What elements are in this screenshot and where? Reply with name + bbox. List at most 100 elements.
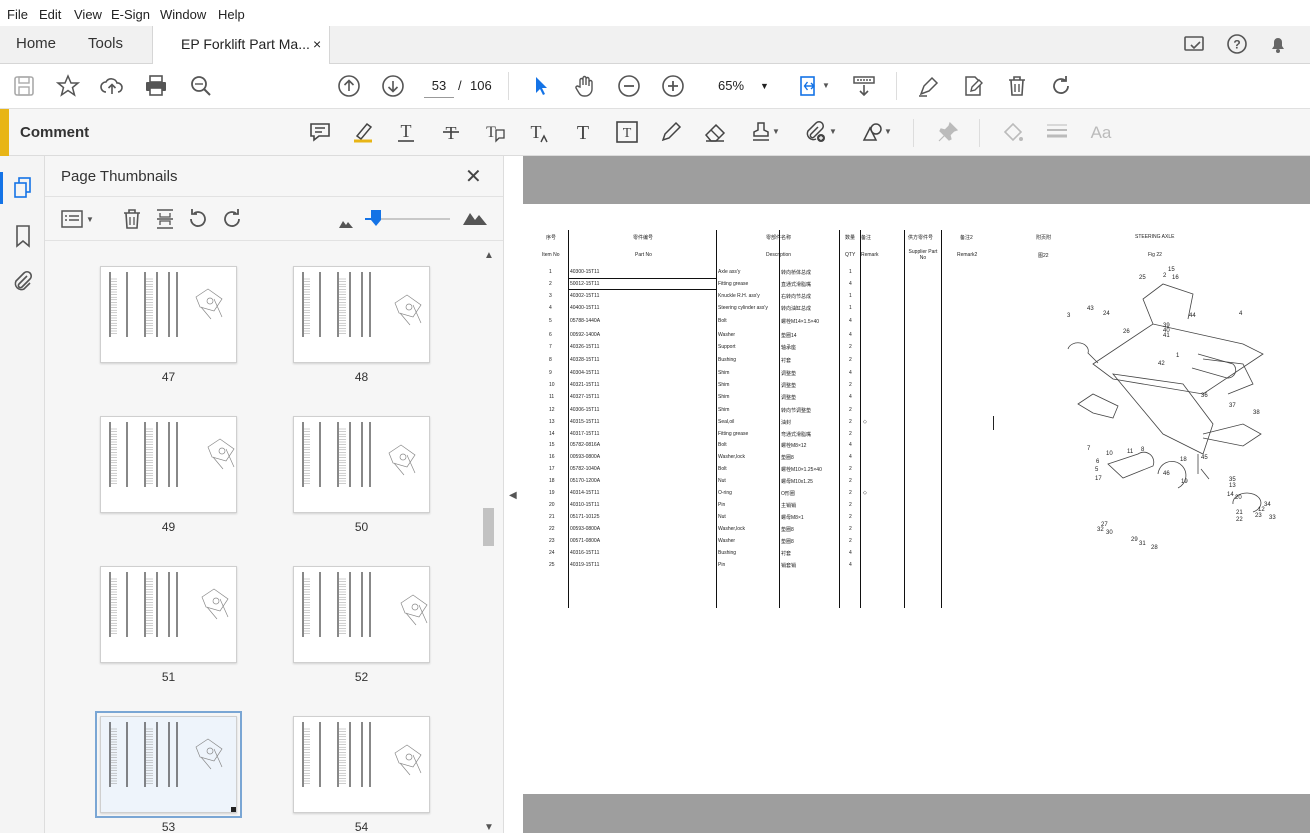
attachments-icon[interactable] [12, 270, 34, 294]
diagram-callout: 37 [1229, 403, 1236, 409]
rotate-icon[interactable] [1049, 74, 1073, 98]
replace-text-icon[interactable]: T [482, 120, 506, 144]
page-thumbnail[interactable] [100, 566, 237, 663]
text-box-icon[interactable]: T [615, 120, 639, 144]
cell-item: 22 [549, 526, 555, 532]
fill-color-icon[interactable] [1001, 120, 1025, 144]
page-thumbnail[interactable] [293, 716, 430, 813]
previous-page-icon[interactable] [337, 74, 361, 98]
chevron-down-icon[interactable]: ▼ [86, 215, 94, 224]
page-thumbnail[interactable] [293, 266, 430, 363]
page-fit-icon[interactable] [797, 74, 821, 98]
scroll-down-icon[interactable]: ▼ [484, 822, 494, 833]
scroll-up-icon[interactable]: ▲ [484, 250, 494, 261]
cell-desc: Fitting grease [718, 281, 749, 287]
svg-text:T: T [623, 126, 632, 141]
highlight-icon[interactable] [351, 120, 375, 144]
diagram-callout: 45 [1201, 455, 1208, 461]
scroll-mode-icon[interactable] [852, 74, 876, 98]
edit-document-icon[interactable] [961, 74, 985, 98]
cell-part: 40321-15T11 [570, 382, 600, 388]
help-icon[interactable]: ? [1226, 33, 1248, 55]
find-zoom-icon[interactable] [189, 74, 213, 98]
attach-file-icon[interactable] [803, 120, 827, 144]
print-icon[interactable] [144, 74, 168, 98]
document-view[interactable]: 序号零件编号零部件名称数量备注供方零件号备注2附页附STEERING AXLEI… [523, 156, 1310, 833]
zoom-level-select[interactable]: 65% ▼ [710, 74, 776, 98]
next-page-icon[interactable] [381, 74, 405, 98]
diagram-callout: 18 [1180, 457, 1187, 463]
cell-cn: 螺栓M10×1.25×40 [781, 467, 822, 473]
panel-splitter[interactable]: ◀ [503, 156, 523, 833]
add-text-icon[interactable]: T [571, 120, 595, 144]
chevron-down-icon[interactable]: ▼ [829, 127, 837, 136]
chevron-down-icon[interactable]: ▼ [822, 81, 830, 90]
table-row: 14 40317-15T11 Fitting grease 弯通式滑脂嘴 2 [523, 431, 943, 439]
page-number-input[interactable]: 53 [424, 74, 454, 98]
close-panel-icon[interactable]: ✕ [465, 164, 482, 189]
rotate-right-icon[interactable] [221, 207, 243, 231]
menu-window[interactable]: Window [160, 7, 206, 22]
scrollbar-thumb[interactable] [483, 508, 494, 546]
insert-text-icon[interactable]: T [526, 120, 550, 144]
upload-cloud-icon[interactable] [100, 74, 124, 98]
cell-part: 40315-15T11 [570, 419, 600, 425]
menu-view[interactable]: View [74, 7, 102, 22]
cell-qty: 1 [849, 305, 852, 311]
extract-pages-icon[interactable] [154, 207, 176, 231]
slider-handle[interactable] [371, 210, 381, 226]
cell-desc: Washer [718, 538, 736, 544]
table-row: 4 40400-15T11 Steering cylinder ass'y 转向油缸总… [523, 305, 943, 313]
diagram-callout: 26 [1123, 329, 1130, 335]
stamp-icon[interactable] [749, 120, 773, 144]
diagram-part [1077, 393, 1119, 419]
notifications-bell-icon[interactable] [1267, 33, 1289, 55]
chevron-down-icon[interactable]: ▼ [884, 127, 892, 136]
cell-item: 21 [549, 514, 555, 520]
shapes-icon[interactable] [860, 120, 884, 144]
delete-page-icon[interactable] [121, 207, 143, 231]
zoom-out-icon[interactable] [617, 74, 641, 98]
chevron-down-icon[interactable]: ▼ [772, 127, 780, 136]
eraser-icon[interactable] [703, 120, 727, 144]
page-thumbnail[interactable] [100, 266, 237, 363]
table-row: 17 05782-1040A Bolt 螺栓M10×1.25×40 2 [523, 466, 943, 474]
page-thumbnail[interactable] [95, 711, 242, 818]
close-tab-icon[interactable]: × [313, 36, 321, 52]
menu-esign[interactable]: E-Sign [111, 7, 150, 22]
delete-trash-icon[interactable] [1005, 74, 1029, 98]
underline-text-icon[interactable]: T [394, 120, 418, 144]
page-thumbnail[interactable] [293, 566, 430, 663]
thumbnail-options-icon[interactable] [61, 209, 83, 229]
strikethrough-icon[interactable]: T [439, 120, 463, 144]
pin-icon[interactable] [936, 120, 960, 144]
sign-pen-icon[interactable] [917, 74, 941, 98]
rotate-left-icon[interactable] [187, 207, 209, 231]
page-thumbnail[interactable] [100, 416, 237, 513]
menu-file[interactable]: File [7, 7, 28, 22]
menu-edit[interactable]: Edit [39, 7, 61, 22]
text-font-icon[interactable]: Aa [1089, 120, 1113, 144]
panel-scrollbar[interactable]: ▲ ▼ [481, 248, 496, 833]
page-thumbnail[interactable] [293, 416, 430, 513]
page-thumbnails-icon[interactable] [12, 176, 34, 200]
tab-document[interactable]: EP Forklift Part Ma... × [152, 26, 330, 64]
header-cn: 数量 [845, 235, 856, 241]
collapse-panel-icon[interactable]: ◀ [509, 490, 517, 501]
bookmark-star-icon[interactable] [55, 74, 81, 98]
diagram-callout: 38 [1253, 410, 1260, 416]
zoom-in-icon[interactable] [661, 74, 685, 98]
bookmarks-icon[interactable] [14, 224, 32, 248]
pencil-draw-icon[interactable] [659, 120, 683, 144]
menu-help[interactable]: Help [218, 7, 245, 22]
tab-tools[interactable]: Tools [88, 35, 123, 52]
sticky-note-icon[interactable] [308, 120, 332, 144]
hand-tool-icon[interactable] [573, 74, 597, 98]
select-cursor-icon[interactable] [529, 74, 553, 98]
table-row: 3 40302-15T11 Knuckle R.H. ass'y 右转向节总成 1 [523, 293, 943, 301]
share-screen-icon[interactable] [1183, 34, 1207, 56]
save-icon[interactable] [12, 74, 36, 98]
tab-home[interactable]: Home [16, 35, 56, 52]
diagram-callout: 34 [1264, 502, 1271, 508]
line-weight-icon[interactable] [1045, 120, 1069, 144]
